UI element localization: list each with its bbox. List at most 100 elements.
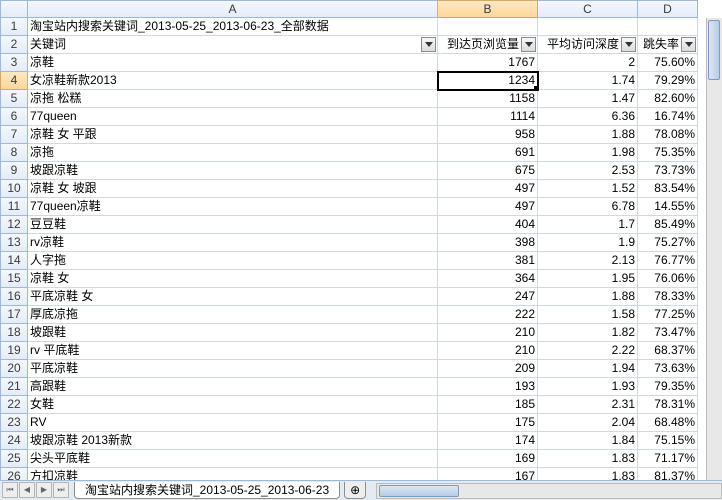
cell-C20[interactable]: 1.94 bbox=[538, 360, 638, 378]
cell-A20[interactable]: 平底凉鞋 bbox=[28, 360, 438, 378]
cell-C25[interactable]: 1.83 bbox=[538, 450, 638, 468]
sheet-tab-active[interactable]: 淘宝站内搜索关键词_2013-05-25_2013-06-23 bbox=[74, 482, 340, 499]
cell-C24[interactable]: 1.84 bbox=[538, 432, 638, 450]
cell-A18[interactable]: 坡跟鞋 bbox=[28, 324, 438, 342]
cell-D24[interactable]: 75.15% bbox=[638, 432, 698, 450]
row-header[interactable]: 1 bbox=[0, 18, 28, 36]
cell-D22[interactable]: 78.31% bbox=[638, 396, 698, 414]
cell-C12[interactable]: 1.7 bbox=[538, 216, 638, 234]
cell-C13[interactable]: 1.9 bbox=[538, 234, 638, 252]
row-header[interactable]: 8 bbox=[0, 144, 28, 162]
column-header-B[interactable]: B bbox=[438, 0, 538, 18]
filter-dropdown-icon[interactable] bbox=[521, 37, 536, 52]
cell-B16[interactable]: 247 bbox=[438, 288, 538, 306]
cell-A13[interactable]: rv凉鞋 bbox=[28, 234, 438, 252]
cell-A12[interactable]: 豆豆鞋 bbox=[28, 216, 438, 234]
cell-A22[interactable]: 女鞋 bbox=[28, 396, 438, 414]
row-header[interactable]: 3 bbox=[0, 54, 28, 72]
cell-B13[interactable]: 398 bbox=[438, 234, 538, 252]
cell-C16[interactable]: 1.88 bbox=[538, 288, 638, 306]
vertical-scrollbar[interactable] bbox=[706, 18, 722, 480]
row-header[interactable]: 23 bbox=[0, 414, 28, 432]
cell-B2[interactable]: 到达页浏览量 bbox=[438, 36, 538, 54]
cell-A11[interactable]: 77queen凉鞋 bbox=[28, 198, 438, 216]
cell-B7[interactable]: 958 bbox=[438, 126, 538, 144]
cell-B19[interactable]: 210 bbox=[438, 342, 538, 360]
cell-A24[interactable]: 坡跟凉鞋 2013新款 bbox=[28, 432, 438, 450]
row-header[interactable]: 18 bbox=[0, 324, 28, 342]
row-header[interactable]: 13 bbox=[0, 234, 28, 252]
cell-D25[interactable]: 71.17% bbox=[638, 450, 698, 468]
row-header[interactable]: 14 bbox=[0, 252, 28, 270]
cell-B10[interactable]: 497 bbox=[438, 180, 538, 198]
row-header[interactable]: 6 bbox=[0, 108, 28, 126]
cell-A21[interactable]: 高跟鞋 bbox=[28, 378, 438, 396]
cell-C11[interactable]: 6.78 bbox=[538, 198, 638, 216]
cell-A7[interactable]: 凉鞋 女 平跟 bbox=[28, 126, 438, 144]
row-header[interactable]: 25 bbox=[0, 450, 28, 468]
row-header[interactable]: 10 bbox=[0, 180, 28, 198]
cell-B5[interactable]: 1158 bbox=[438, 90, 538, 108]
cell-C4[interactable]: 1.74 bbox=[538, 72, 638, 90]
cell-B18[interactable]: 210 bbox=[438, 324, 538, 342]
cell-B20[interactable]: 209 bbox=[438, 360, 538, 378]
cell-D4[interactable]: 79.29% bbox=[638, 72, 698, 90]
cell-C19[interactable]: 2.22 bbox=[538, 342, 638, 360]
cell-D23[interactable]: 68.48% bbox=[638, 414, 698, 432]
row-header[interactable]: 24 bbox=[0, 432, 28, 450]
cell-D3[interactable]: 75.60% bbox=[638, 54, 698, 72]
cell-A9[interactable]: 坡跟凉鞋 bbox=[28, 162, 438, 180]
sheet-nav-prev[interactable]: ◀ bbox=[19, 482, 35, 498]
row-header[interactable]: 7 bbox=[0, 126, 28, 144]
cell-B11[interactable]: 497 bbox=[438, 198, 538, 216]
cell-A10[interactable]: 凉鞋 女 坡跟 bbox=[28, 180, 438, 198]
cell-C5[interactable]: 1.47 bbox=[538, 90, 638, 108]
cell-A19[interactable]: rv 平底鞋 bbox=[28, 342, 438, 360]
cell-D11[interactable]: 14.55% bbox=[638, 198, 698, 216]
cell-D7[interactable]: 78.08% bbox=[638, 126, 698, 144]
cell-C15[interactable]: 1.95 bbox=[538, 270, 638, 288]
row-header[interactable]: 11 bbox=[0, 198, 28, 216]
cell-A6[interactable]: 77queen bbox=[28, 108, 438, 126]
cell-D15[interactable]: 76.06% bbox=[638, 270, 698, 288]
row-header[interactable]: 4 bbox=[0, 72, 28, 90]
cell-A25[interactable]: 尖头平底鞋 bbox=[28, 450, 438, 468]
cell-B17[interactable]: 222 bbox=[438, 306, 538, 324]
vscroll-thumb[interactable] bbox=[708, 20, 720, 80]
cell-C8[interactable]: 1.98 bbox=[538, 144, 638, 162]
cell-A14[interactable]: 人字拖 bbox=[28, 252, 438, 270]
row-header[interactable]: 12 bbox=[0, 216, 28, 234]
row-header[interactable]: 21 bbox=[0, 378, 28, 396]
row-header[interactable]: 16 bbox=[0, 288, 28, 306]
cell-A5[interactable]: 凉拖 松糕 bbox=[28, 90, 438, 108]
cell-A16[interactable]: 平底凉鞋 女 bbox=[28, 288, 438, 306]
cell-A17[interactable]: 厚底凉拖 bbox=[28, 306, 438, 324]
cell-D10[interactable]: 83.54% bbox=[638, 180, 698, 198]
horizontal-scrollbar[interactable] bbox=[376, 483, 722, 499]
cell-B3[interactable]: 1767 bbox=[438, 54, 538, 72]
cell-A1[interactable]: 淘宝站内搜索关键词_2013-05-25_2013-06-23_全部数据 bbox=[28, 18, 438, 36]
column-header-C[interactable]: C bbox=[538, 0, 638, 18]
cell-D12[interactable]: 85.49% bbox=[638, 216, 698, 234]
cell-D9[interactable]: 73.73% bbox=[638, 162, 698, 180]
cell-D14[interactable]: 76.77% bbox=[638, 252, 698, 270]
row-header[interactable]: 5 bbox=[0, 90, 28, 108]
filter-dropdown-icon[interactable] bbox=[421, 37, 436, 52]
cell-C14[interactable]: 2.13 bbox=[538, 252, 638, 270]
cell-B24[interactable]: 174 bbox=[438, 432, 538, 450]
cell-D20[interactable]: 73.63% bbox=[638, 360, 698, 378]
cell-C3[interactable]: 2 bbox=[538, 54, 638, 72]
column-header-A[interactable]: A bbox=[28, 0, 438, 18]
cell-C9[interactable]: 2.53 bbox=[538, 162, 638, 180]
cell-D13[interactable]: 75.27% bbox=[638, 234, 698, 252]
row-header[interactable]: 9 bbox=[0, 162, 28, 180]
cell-D2[interactable]: 跳失率 bbox=[638, 36, 698, 54]
cell-B12[interactable]: 404 bbox=[438, 216, 538, 234]
sheet-tab-insert[interactable]: ⊕ bbox=[344, 482, 366, 499]
cell-C17[interactable]: 1.58 bbox=[538, 306, 638, 324]
cell-C22[interactable]: 2.31 bbox=[538, 396, 638, 414]
cell-B25[interactable]: 169 bbox=[438, 450, 538, 468]
cell-A15[interactable]: 凉鞋 女 bbox=[28, 270, 438, 288]
row-header[interactable]: 22 bbox=[0, 396, 28, 414]
cell-D16[interactable]: 78.33% bbox=[638, 288, 698, 306]
